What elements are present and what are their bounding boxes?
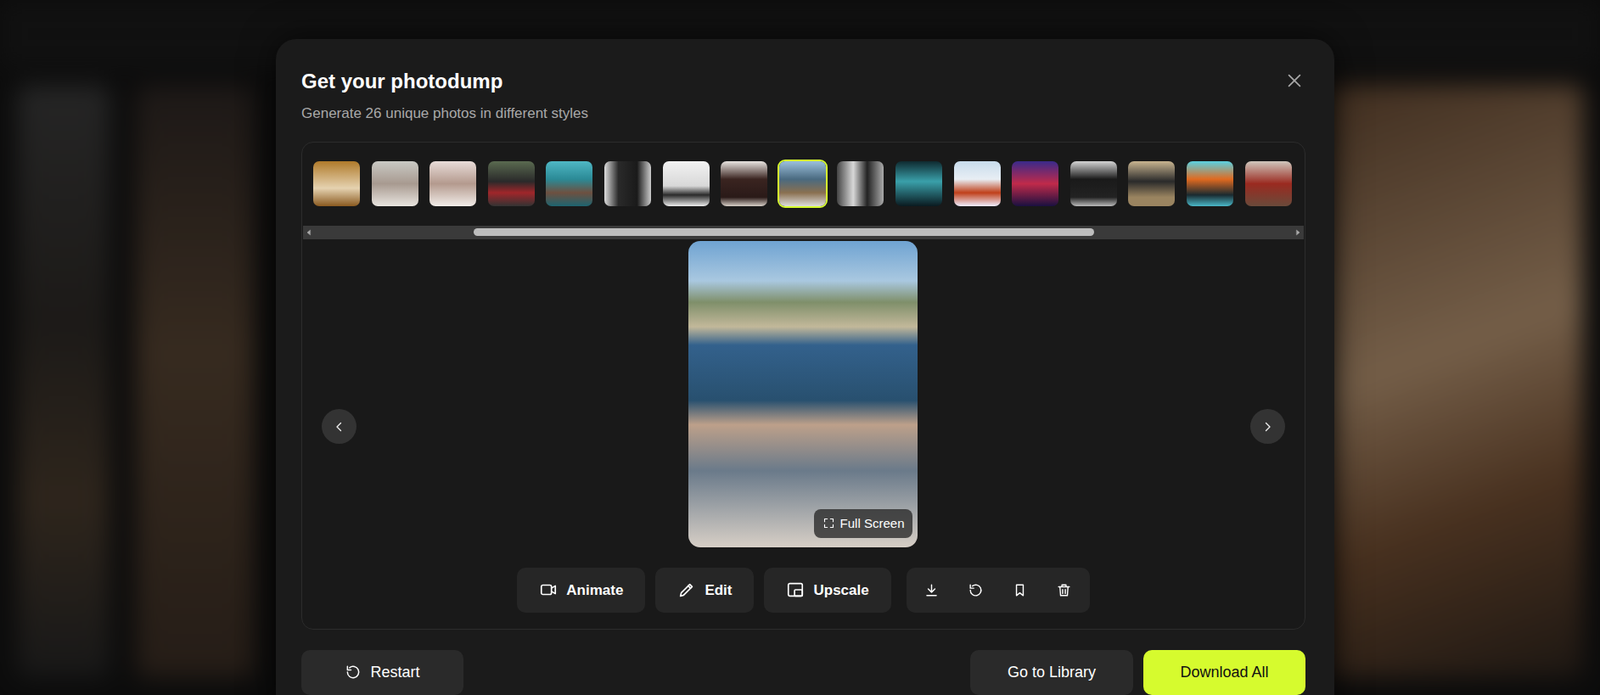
thumbnail[interactable]	[661, 159, 712, 208]
bookmark-button[interactable]	[998, 567, 1043, 613]
thumbnail[interactable]	[1010, 159, 1061, 208]
restart-icon	[344, 663, 362, 681]
scroll-thumb[interactable]	[473, 228, 1095, 236]
photo-panel: Full Screen Animate Edit Upscale	[301, 141, 1306, 630]
full-screen-label: Full Screen	[840, 516, 905, 532]
thumbnail-photo	[836, 161, 884, 207]
scroll-left-button[interactable]	[303, 225, 315, 240]
triangle-right-icon	[1294, 229, 1302, 236]
expand-icon	[822, 516, 836, 530]
restart-button[interactable]: Restart	[301, 650, 464, 695]
modal-header: Get your photodump Generate 26 unique pho…	[301, 69, 1309, 124]
download-all-button[interactable]: Download All	[1143, 650, 1306, 695]
modal-title: Get your photodump	[301, 69, 589, 95]
thumbnail[interactable]	[1243, 159, 1294, 208]
action-button[interactable]: Upscale	[763, 567, 891, 613]
thumbnail-photo	[429, 161, 477, 207]
delete-button[interactable]	[1042, 567, 1087, 613]
thumbnail-photo	[604, 161, 652, 207]
thumbnail-photo	[954, 161, 1001, 207]
thumbnail-photo	[1186, 161, 1234, 207]
modal-footer: Restart Go to LibraryDownload All	[301, 650, 1306, 695]
photodump-modal: Get your photodump Generate 26 unique pho…	[275, 39, 1335, 695]
scroll-offset	[318, 231, 474, 233]
thumbnail[interactable]	[718, 159, 770, 208]
previous-button[interactable]	[321, 409, 357, 444]
chevron-left-icon	[331, 419, 348, 435]
footer-right: Go to LibraryDownload All	[970, 650, 1306, 695]
chevron-right-icon	[1259, 419, 1275, 435]
action-bar: Animate Edit Upscale	[516, 567, 1090, 613]
thumbnail-photo	[895, 161, 943, 207]
preview-stage: Full Screen Animate Edit Upscale	[302, 239, 1305, 629]
thumbnail-photo	[1011, 161, 1059, 207]
thumbnail-photo	[545, 161, 593, 207]
thumbnail[interactable]	[370, 159, 421, 208]
download-icon	[923, 582, 940, 599]
modal-subtitle: Generate 26 unique photos in different s…	[301, 104, 589, 124]
full-screen-button[interactable]: Full Screen	[814, 509, 914, 539]
triangle-left-icon	[305, 229, 313, 236]
thumbnail-photo	[488, 161, 535, 207]
video-icon	[538, 580, 558, 600]
close-button[interactable]	[1281, 67, 1308, 94]
thumbnail[interactable]	[486, 159, 537, 208]
thumbnail[interactable]	[602, 159, 653, 208]
action-label: Animate	[566, 579, 624, 602]
action-label: Upscale	[813, 579, 869, 602]
close-icon	[1285, 71, 1304, 90]
thumbnail[interactable]	[893, 159, 944, 208]
thumbnail[interactable]	[311, 159, 362, 208]
download-button[interactable]	[909, 567, 955, 613]
thumbnail-photo	[662, 161, 710, 207]
thumbnail-photo	[1128, 161, 1175, 207]
restart-label: Restart	[370, 661, 420, 685]
thumbnail[interactable]	[1184, 159, 1236, 208]
thumbnail-photo	[720, 161, 768, 207]
regenerate-button[interactable]	[954, 567, 999, 613]
thumbnail[interactable]	[1126, 159, 1177, 208]
thumbnail-photo	[779, 161, 826, 207]
scroll-track[interactable]	[314, 225, 1292, 240]
thumbnail-photo	[1070, 161, 1118, 207]
thumbnail[interactable]	[835, 159, 886, 208]
thumbnail[interactable]	[1068, 159, 1119, 208]
thumbnail-strip	[302, 142, 1305, 208]
pencil-icon	[677, 580, 697, 600]
thumbnail-photo	[371, 161, 419, 207]
scrollbar[interactable]	[303, 225, 1304, 240]
thumbnail[interactable]	[952, 159, 1003, 208]
action-button[interactable]: Edit	[655, 567, 754, 613]
preview-column: Full Screen Animate Edit Upscale	[516, 241, 1090, 613]
library-button[interactable]: Go to Library	[970, 650, 1134, 695]
redo-icon	[967, 582, 984, 599]
action-button[interactable]: Animate	[516, 567, 646, 613]
header-text: Get your photodump Generate 26 unique pho…	[301, 69, 589, 124]
next-button[interactable]	[1250, 409, 1286, 444]
action-label: Edit	[704, 579, 732, 602]
thumbnail-photo	[1245, 161, 1292, 207]
scroll-right-button[interactable]	[1291, 225, 1304, 240]
tool-group	[906, 567, 1090, 613]
thumbnail[interactable]	[544, 159, 595, 208]
preview-photo[interactable]: Full Screen	[688, 241, 918, 548]
upscale-icon	[785, 580, 805, 600]
thumbnail[interactable]	[427, 159, 478, 208]
thumbnail[interactable]	[777, 159, 828, 208]
thumbnail-photo	[313, 161, 360, 207]
trash-icon	[1055, 582, 1073, 599]
bookmark-icon	[1011, 582, 1028, 599]
